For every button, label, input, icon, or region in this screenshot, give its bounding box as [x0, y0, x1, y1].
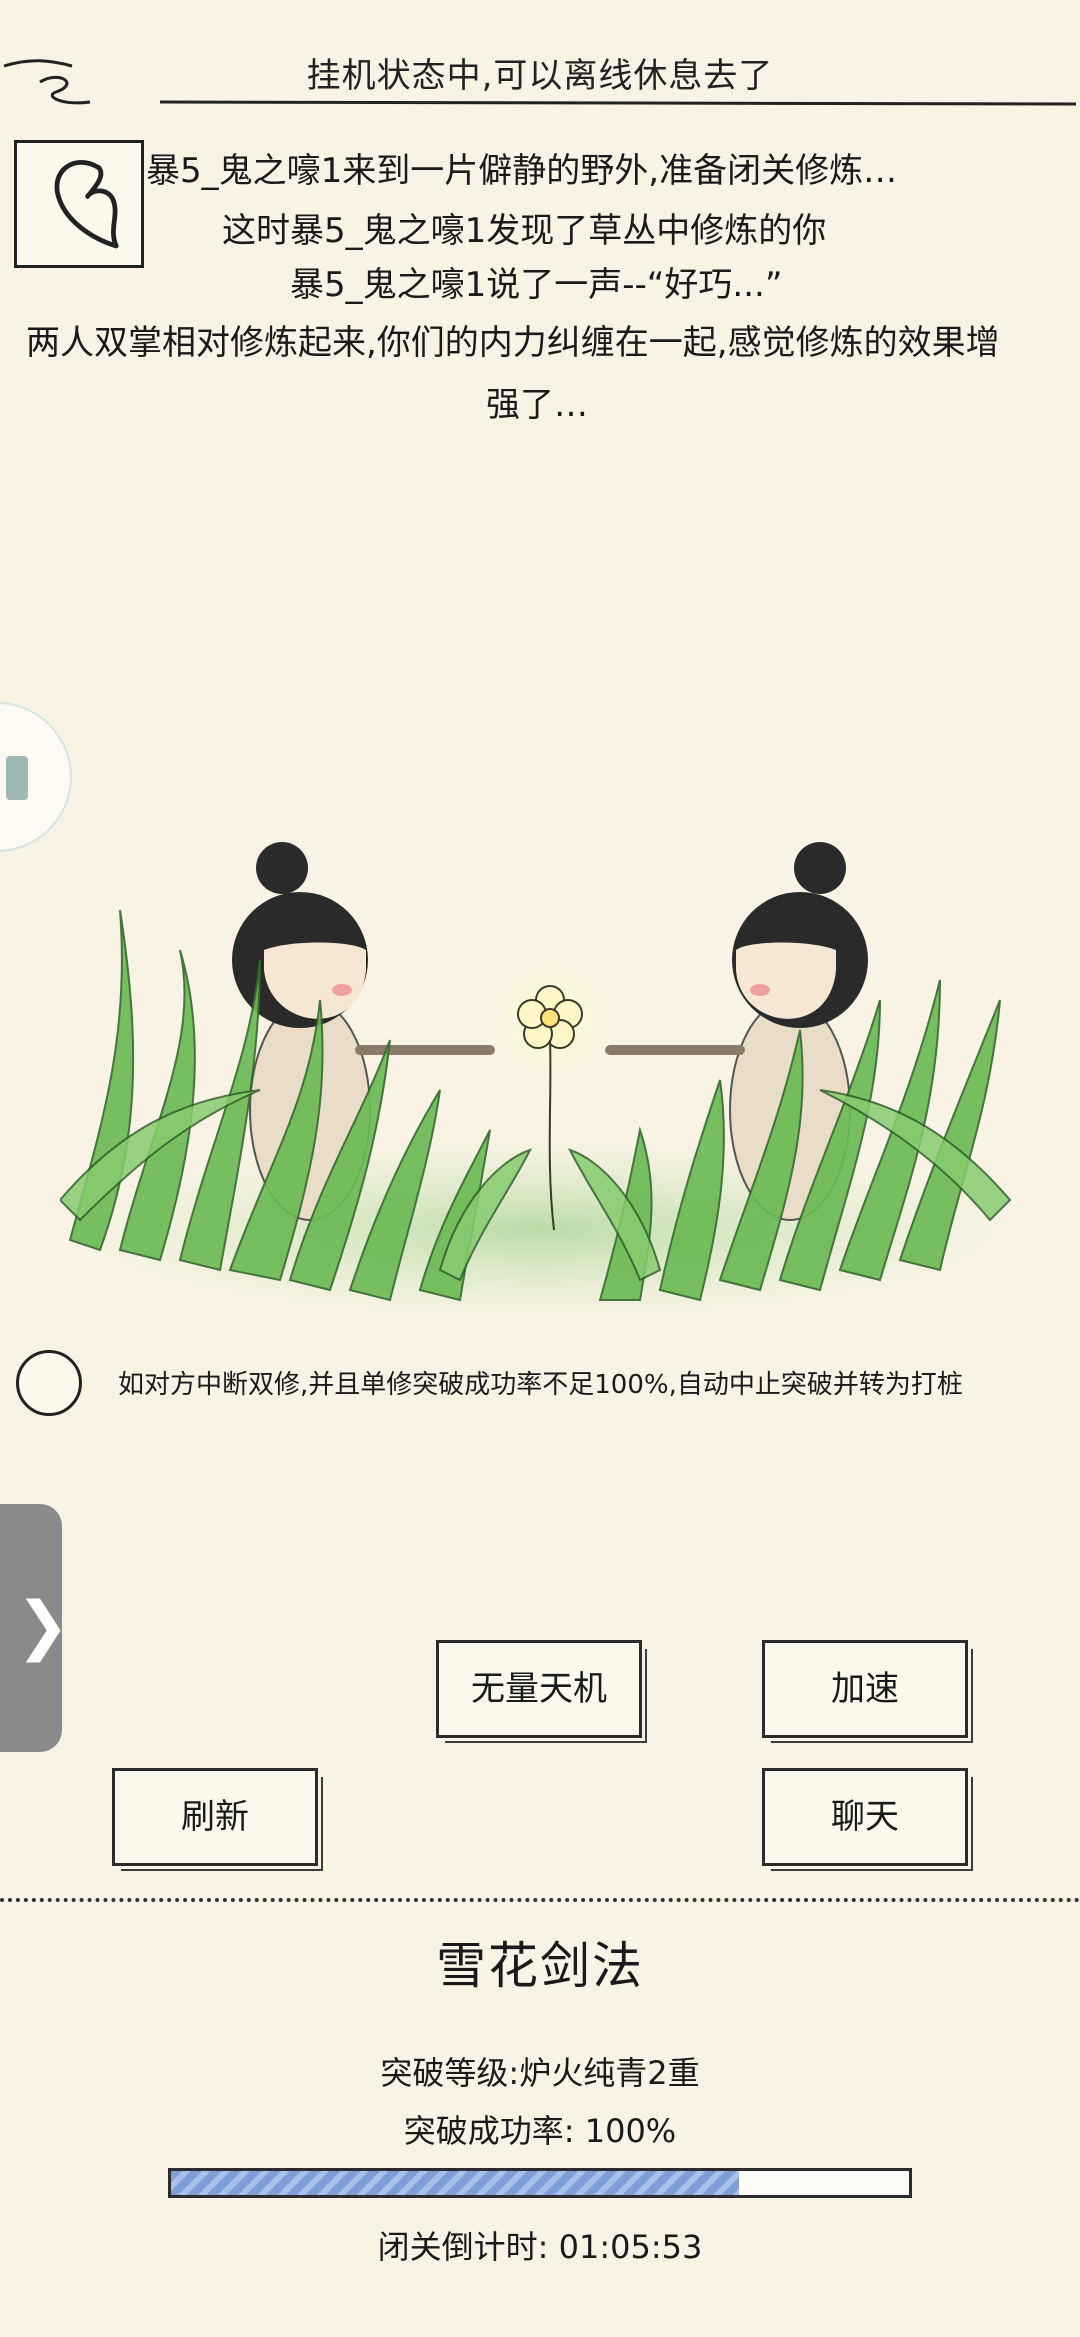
idle-status-text: 挂机状态中,可以离线休息去了: [306, 56, 774, 96]
auto-stop-label: 如对方中断双修,并且单修突破成功率不足100%,自动中止突破并转为打桩: [118, 1370, 963, 1400]
heart-outline-icon: [54, 160, 119, 249]
cultivation-screen: 挂机状态中,可以离线休息去了 暴5_鬼之嚎1来到一片僻静的野外,准备闭关修炼… …: [0, 0, 1080, 2337]
story-line: 暴5_鬼之嚎1说了一声--“好巧...”: [290, 265, 783, 305]
chat-button[interactable]: 聊天: [762, 1768, 973, 1871]
refresh-button[interactable]: 刷新: [112, 1768, 323, 1871]
chevron-right-icon: ❯: [16, 1589, 70, 1663]
seclusion-countdown: 闭关倒计时: 01:05:53: [377, 2228, 703, 2266]
progress-fill: [171, 2171, 740, 2195]
story-line: 两人双掌相对修炼起来,你们的内力纠缠在一起,感觉修炼的效果增: [26, 323, 1000, 363]
story-line: 这时暴5_鬼之嚎1发现了草丛中修炼的你: [222, 211, 827, 251]
breakthrough-progress-bar: [168, 2168, 912, 2198]
wuliang-tianji-button[interactable]: 无量天机: [436, 1640, 647, 1743]
success-rate: 突破成功率: 100%: [403, 2112, 677, 2150]
dual-cultivation-illustration: [60, 842, 1012, 1320]
avatar[interactable]: [14, 140, 144, 268]
skill-title: 雪花剑法: [436, 1937, 644, 1995]
breakthrough-level: 突破等级:炉火纯青2重: [380, 2054, 700, 2092]
auto-stop-radio[interactable]: [16, 1350, 82, 1416]
story-line: 强了…: [486, 385, 588, 425]
side-panel-toggle[interactable]: ❯: [0, 1504, 70, 1752]
section-divider: [0, 1898, 1080, 1902]
speed-up-button[interactable]: 加速: [762, 1640, 973, 1743]
story-line: 暴5_鬼之嚎1来到一片僻静的野外,准备闭关修炼…: [146, 151, 898, 191]
floating-shortcut-icon: [6, 756, 28, 800]
